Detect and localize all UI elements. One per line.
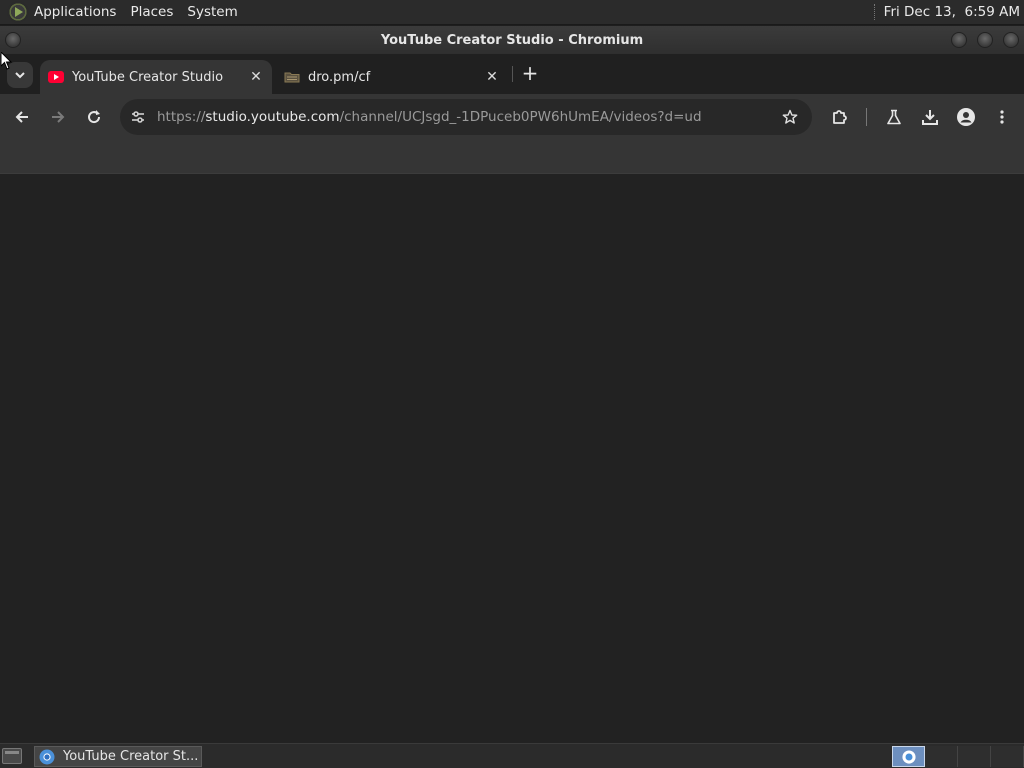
applications-menu[interactable]: Applications xyxy=(34,4,116,20)
account-icon xyxy=(957,108,975,126)
page-content[interactable] xyxy=(0,174,1024,743)
menu-button[interactable] xyxy=(990,105,1014,129)
window-titlebar[interactable]: YouTube Creator Studio - Chromium xyxy=(0,26,1024,54)
window-menu-button[interactable] xyxy=(5,32,21,48)
bookmarks-bar xyxy=(0,140,1024,174)
more-vert-icon xyxy=(1000,110,1004,124)
profile-button[interactable] xyxy=(954,105,978,129)
chromium-icon xyxy=(39,749,55,764)
workspace-1[interactable] xyxy=(892,746,925,767)
folder-icon xyxy=(284,71,300,83)
distro-logo-icon[interactable] xyxy=(7,1,29,23)
clock[interactable]: Fri Dec 13, 6:59 AM xyxy=(884,4,1020,20)
reload-icon xyxy=(88,110,101,124)
url-path: /channel/UCJsgd_-1DPuceb0PW6hUmEA/videos… xyxy=(339,109,702,125)
url-text[interactable]: https://studio.youtube.com/channel/UCJsg… xyxy=(157,109,702,125)
top-panel: Applications Places System Fri Dec 13, 6… xyxy=(0,0,1024,25)
arrow-left-icon xyxy=(15,111,28,123)
close-window-button[interactable] xyxy=(1003,32,1019,48)
chevron-down-icon xyxy=(15,72,25,79)
workspace-4[interactable] xyxy=(991,746,1024,767)
browser-toolbar: https://studio.youtube.com/channel/UCJsg… xyxy=(0,94,1024,140)
flask-icon xyxy=(887,109,901,125)
mouse-cursor-icon xyxy=(1,52,13,70)
new-tab-button[interactable]: + xyxy=(520,63,540,84)
url-host: studio.youtube.com xyxy=(205,109,340,125)
reload-button[interactable] xyxy=(82,105,106,129)
panel-separator xyxy=(873,4,876,20)
workspace-switcher xyxy=(892,746,1024,767)
tab-dro-pm[interactable]: dro.pm/cf ✕ xyxy=(276,60,508,94)
places-menu[interactable]: Places xyxy=(130,4,173,20)
address-bar[interactable]: https://studio.youtube.com/channel/UCJsg… xyxy=(120,99,812,135)
window-title: YouTube Creator Studio - Chromium xyxy=(380,32,644,48)
close-tab-icon[interactable]: ✕ xyxy=(484,69,500,85)
download-icon xyxy=(922,110,938,125)
tab-youtube-creator-studio[interactable]: YouTube Creator Studio ✕ xyxy=(40,60,272,94)
taskbar-item-label: YouTube Creator St... xyxy=(63,749,199,764)
tab-title: YouTube Creator Studio xyxy=(72,69,224,85)
forward-button[interactable] xyxy=(46,105,70,129)
maximize-button[interactable] xyxy=(977,32,993,48)
url-scheme: https:// xyxy=(157,109,206,125)
workspace-3[interactable] xyxy=(958,746,991,767)
toolbar-divider xyxy=(866,108,867,126)
workspace-2[interactable] xyxy=(925,746,958,767)
labs-button[interactable] xyxy=(882,105,906,129)
bottom-taskbar: YouTube Creator St... xyxy=(0,743,1024,768)
taskbar-item-chromium[interactable]: YouTube Creator St... xyxy=(34,746,202,767)
site-settings-icon[interactable] xyxy=(128,107,148,127)
show-desktop-icon[interactable] xyxy=(2,748,22,764)
chromium-icon xyxy=(901,749,916,764)
arrow-right-icon xyxy=(52,111,65,123)
puzzle-icon xyxy=(833,110,847,124)
close-tab-icon[interactable]: ✕ xyxy=(248,69,264,85)
back-button[interactable] xyxy=(10,105,34,129)
bookmark-star-icon[interactable] xyxy=(780,107,800,127)
system-menu[interactable]: System xyxy=(187,4,237,20)
tab-separator xyxy=(512,66,513,82)
minimize-button[interactable] xyxy=(951,32,967,48)
extensions-button[interactable] xyxy=(828,105,852,129)
youtube-icon xyxy=(48,71,64,83)
tab-title: dro.pm/cf xyxy=(308,69,371,85)
downloads-button[interactable] xyxy=(918,105,942,129)
